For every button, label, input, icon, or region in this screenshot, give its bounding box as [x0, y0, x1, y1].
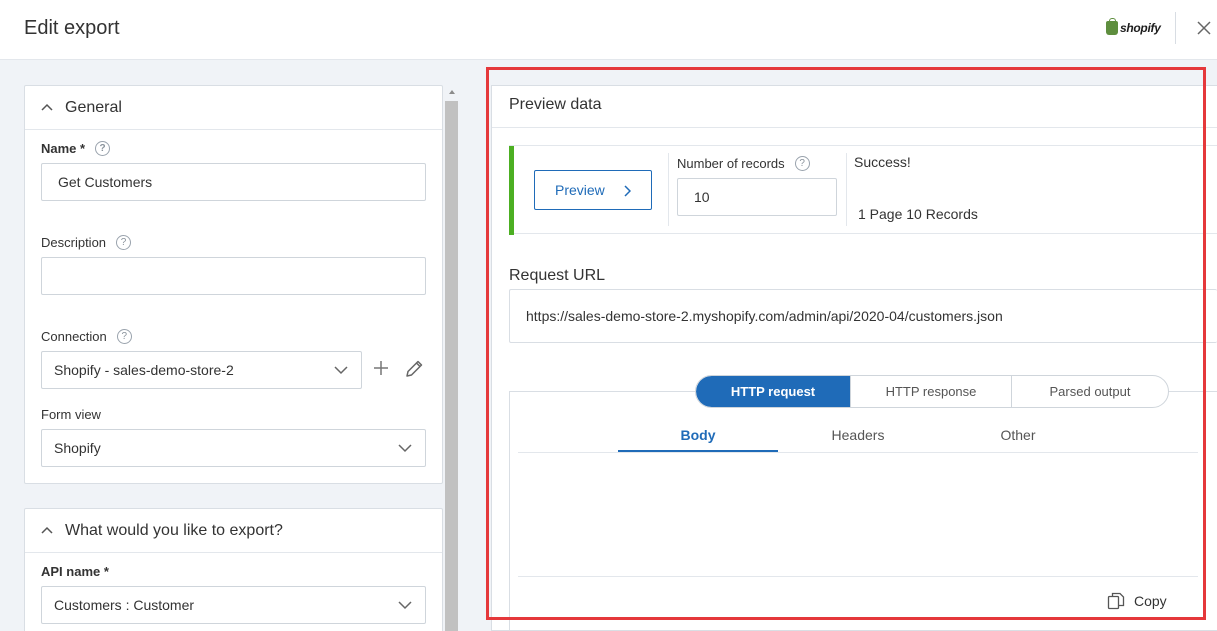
- number-of-records-input[interactable]: 10: [677, 178, 837, 216]
- scrollbar-thumb[interactable]: [445, 101, 458, 631]
- edit-connection-icon[interactable]: [403, 358, 425, 380]
- http-segmented-control: HTTP request HTTP response Parsed output: [695, 375, 1169, 408]
- copy-icon: [1107, 592, 1125, 610]
- records-summary: 1 Page 10 Records: [858, 206, 978, 222]
- header-divider: [1175, 12, 1176, 44]
- general-title: General: [65, 98, 122, 116]
- shopify-logo: shopify: [1106, 18, 1161, 37]
- api-name-label-text: API name *: [41, 564, 109, 579]
- name-input[interactable]: Get Customers: [41, 163, 426, 201]
- tab-headers[interactable]: Headers: [778, 420, 938, 452]
- help-icon[interactable]: ?: [794, 156, 810, 171]
- form-view-select[interactable]: Shopify: [41, 429, 426, 467]
- shopify-bag-icon: [1106, 18, 1118, 35]
- form-view-label: Form view: [41, 407, 101, 422]
- chevron-up-icon[interactable]: [41, 525, 53, 537]
- body-bottom-divider: [518, 576, 1198, 577]
- api-name-select[interactable]: Customers : Customer: [41, 586, 426, 624]
- general-header[interactable]: General: [25, 86, 442, 130]
- number-of-records-label-text: Number of records: [677, 156, 785, 171]
- export-card: What would you like to export? API name …: [24, 508, 443, 631]
- segment-parsed-output[interactable]: Parsed output: [1011, 376, 1168, 407]
- help-icon[interactable]: ?: [95, 141, 111, 156]
- help-icon[interactable]: ?: [116, 329, 132, 344]
- tab-other[interactable]: Other: [938, 420, 1098, 452]
- request-url-label: Request URL: [509, 267, 606, 284]
- connection-label-text: Connection: [41, 329, 107, 344]
- connection-label: Connection ?: [41, 329, 132, 344]
- tab-body[interactable]: Body: [618, 420, 778, 452]
- form-view-value: Shopify: [54, 440, 101, 456]
- segment-http-response[interactable]: HTTP response: [850, 376, 1011, 407]
- description-input[interactable]: [41, 257, 426, 295]
- scroll-up-arrow-icon[interactable]: [449, 90, 455, 94]
- shopify-logo-text: shopify: [1120, 21, 1161, 35]
- top-bar: Edit export shopify: [0, 0, 1217, 60]
- number-of-records-label: Number of records ?: [677, 156, 810, 171]
- segment-http-request[interactable]: HTTP request: [696, 376, 850, 407]
- name-label: Name * ?: [41, 141, 111, 156]
- preview-separator: [846, 153, 847, 226]
- export-title: What would you like to export?: [65, 521, 283, 539]
- general-card: General Name * ? Get Customers Descripti…: [24, 85, 443, 484]
- preview-button-label: Preview: [555, 182, 605, 198]
- success-accent-bar: [509, 146, 514, 235]
- preview-divider: [492, 127, 1217, 128]
- name-label-text: Name *: [41, 141, 86, 156]
- api-name-value: Customers : Customer: [54, 597, 195, 613]
- description-label-text: Description: [41, 235, 107, 250]
- copy-label: Copy: [1134, 593, 1167, 609]
- help-icon[interactable]: ?: [116, 235, 132, 250]
- api-name-label: API name *: [41, 564, 109, 579]
- request-body-content: [518, 454, 1198, 576]
- chevron-down-icon: [398, 601, 412, 610]
- form-view-label-text: Form view: [41, 407, 101, 422]
- add-connection-icon[interactable]: [373, 360, 389, 376]
- request-subtabs: Body Headers Other: [518, 420, 1198, 453]
- preview-button[interactable]: Preview: [534, 170, 652, 210]
- description-label: Description ?: [41, 235, 132, 250]
- preview-separator: [668, 153, 669, 226]
- request-url-field[interactable]: https://sales-demo-store-2.myshopify.com…: [509, 289, 1217, 343]
- page-title: Edit export: [24, 17, 120, 39]
- preview-title: Preview data: [509, 96, 602, 113]
- export-header[interactable]: What would you like to export?: [25, 509, 442, 553]
- chevron-down-icon: [398, 444, 412, 453]
- status-text: Success!: [854, 154, 911, 170]
- chevron-up-icon[interactable]: [41, 102, 53, 114]
- connection-select[interactable]: Shopify - sales-demo-store-2: [41, 351, 362, 389]
- copy-button[interactable]: Copy: [1106, 590, 1167, 612]
- chevron-right-icon: [624, 185, 631, 197]
- close-icon[interactable]: [1195, 19, 1213, 37]
- chevron-down-icon: [334, 366, 348, 375]
- connection-value: Shopify - sales-demo-store-2: [54, 362, 234, 378]
